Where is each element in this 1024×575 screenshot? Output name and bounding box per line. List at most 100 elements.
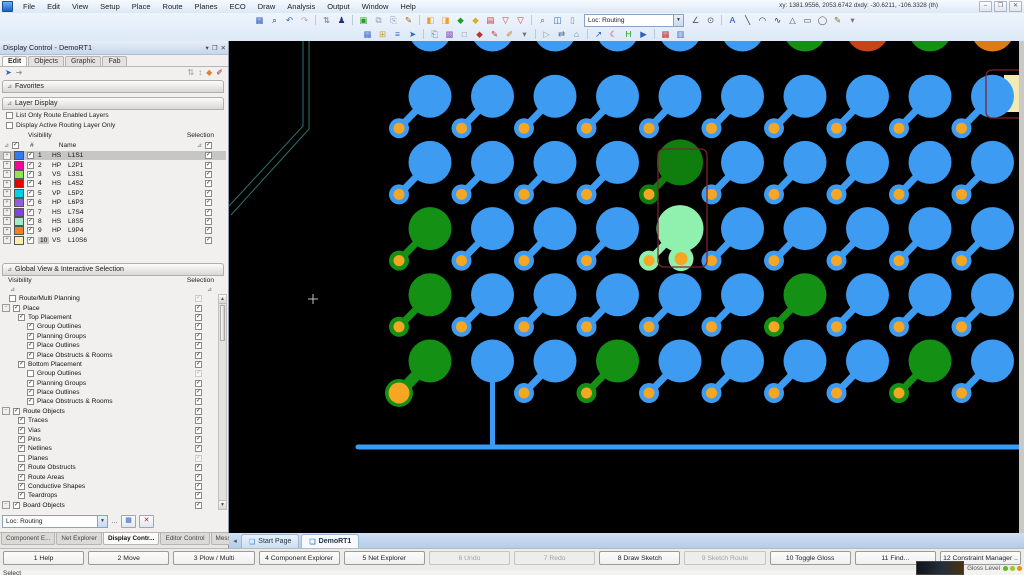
- pad[interactable]: [534, 41, 577, 52]
- import-icon[interactable]: ⊞: [376, 28, 389, 40]
- chevron-down-icon[interactable]: ▼: [673, 14, 683, 26]
- pad[interactable]: [783, 207, 827, 251]
- pad[interactable]: [533, 74, 577, 118]
- tree-row[interactable]: Route/Multi Planning ✓: [0, 294, 216, 303]
- pad[interactable]: [596, 140, 639, 184]
- pad[interactable]: [596, 273, 639, 317]
- layer-visibility-checkbox[interactable]: ✓: [27, 152, 34, 160]
- layer-selection-checkbox[interactable]: ✓: [205, 180, 212, 188]
- pad[interactable]: [721, 140, 764, 184]
- layer-color-swatch[interactable]: [14, 160, 24, 170]
- delete-scheme-button[interactable]: ✕: [139, 514, 154, 528]
- via-grid-icon[interactable]: ◆: [454, 14, 467, 26]
- layer-visibility-checkbox[interactable]: ✓: [27, 170, 34, 178]
- section-favorites[interactable]: ⊿ Favorites: [2, 80, 224, 93]
- tree-visibility-checkbox[interactable]: ✓: [13, 304, 20, 312]
- layer-row[interactable]: + ✓ 6 HP L6P3 ✓: [0, 198, 226, 208]
- pad[interactable]: [846, 74, 889, 118]
- tree-row[interactable]: ✓ Route Areas ✓: [0, 472, 216, 481]
- pad[interactable]: [596, 41, 639, 52]
- tab-objects[interactable]: Objects: [28, 56, 64, 66]
- checkbox[interactable]: [6, 122, 13, 129]
- pad[interactable]: [909, 41, 952, 52]
- pad[interactable]: [971, 339, 1014, 383]
- tree-visibility-checkbox[interactable]: [18, 454, 25, 462]
- menu-place[interactable]: Place: [126, 2, 157, 11]
- tab-edit[interactable]: Edit: [2, 56, 28, 66]
- pad[interactable]: [533, 339, 577, 383]
- pad[interactable]: [971, 273, 1014, 317]
- pad[interactable]: [409, 41, 452, 52]
- menu-output[interactable]: Output: [321, 2, 356, 11]
- layer-visibility-checkbox[interactable]: ✓: [27, 208, 34, 216]
- tree-row[interactable]: ✓ Top Placement ✓: [0, 313, 216, 322]
- pad[interactable]: [408, 339, 452, 383]
- pad[interactable]: [721, 273, 764, 317]
- layer-visibility-checkbox[interactable]: ✓: [27, 217, 34, 225]
- draw-icon[interactable]: ➤: [406, 28, 419, 40]
- canvas-scrollbar[interactable]: [1019, 41, 1024, 533]
- tree-row[interactable]: ✓ Netlines ✓: [0, 444, 216, 453]
- save-scheme-button[interactable]: ▦: [121, 514, 136, 528]
- tree-selection-checkbox[interactable]: ✓: [195, 379, 202, 387]
- red-diamond-icon[interactable]: ◆: [473, 28, 486, 40]
- pad[interactable]: [783, 140, 827, 184]
- delete-route-icon[interactable]: ▽: [514, 14, 527, 26]
- favorites-add-icon[interactable]: ◆: [206, 68, 212, 77]
- play-icon[interactable]: ▷: [540, 28, 553, 40]
- expand-icon[interactable]: ↗: [592, 28, 605, 40]
- layer-row[interactable]: + ✓ 2 HP L2P1 ✓: [0, 160, 226, 170]
- pcb-canvas[interactable]: [229, 41, 1024, 533]
- pad[interactable]: [971, 74, 1014, 118]
- layer-expand-icon[interactable]: +: [3, 179, 11, 188]
- undo-icon[interactable]: ↶: [283, 14, 296, 26]
- pad[interactable]: [908, 140, 952, 184]
- layer-expand-icon[interactable]: +: [3, 208, 11, 217]
- layer-selection-checkbox[interactable]: ✓: [205, 227, 212, 235]
- hatch-icon[interactable]: ▩: [443, 28, 456, 40]
- layer-visibility-checkbox[interactable]: ✓: [27, 180, 34, 188]
- tree-row[interactable]: ✓ Traces ✓: [0, 416, 216, 425]
- display-control-icon[interactable]: ▣: [357, 14, 370, 26]
- layer-selection-checkbox[interactable]: ✓: [205, 161, 212, 169]
- layer-row[interactable]: + ✓ 3 VS L3S1 ✓: [0, 169, 226, 179]
- pad[interactable]: [596, 339, 639, 383]
- pad[interactable]: [971, 207, 1014, 251]
- pad[interactable]: [846, 207, 889, 251]
- pad[interactable]: [846, 273, 889, 317]
- layer-selection-checkbox[interactable]: ✓: [205, 217, 212, 225]
- tree-visibility-checkbox[interactable]: ✓: [18, 483, 25, 490]
- fkey-3[interactable]: 3 Plow / Multi: [173, 551, 255, 565]
- tree-visibility-checkbox[interactable]: ✓: [18, 473, 25, 481]
- line-tool-icon[interactable]: ╲: [741, 14, 754, 26]
- home-icon[interactable]: ⌂: [570, 28, 583, 40]
- panel-tab-2[interactable]: Display Contr...: [102, 533, 160, 545]
- hug-icon[interactable]: H: [622, 28, 635, 40]
- tree-expand-icon[interactable]: −: [2, 304, 10, 313]
- tree-row[interactable]: ✓ Group Outlines ✓: [0, 322, 216, 331]
- fkey-2[interactable]: 2 Move: [88, 551, 170, 565]
- tab-fab[interactable]: Fab: [102, 56, 127, 66]
- pad[interactable]: [784, 41, 827, 52]
- tree-selection-checkbox[interactable]: ✓: [195, 501, 202, 509]
- tree-selection-checkbox[interactable]: ✓: [195, 436, 202, 444]
- pad[interactable]: [471, 207, 514, 251]
- tree-visibility-checkbox[interactable]: ✓: [13, 501, 20, 509]
- pad[interactable]: [658, 273, 702, 317]
- layer-color-swatch[interactable]: [14, 235, 24, 245]
- layer-color-swatch[interactable]: [14, 226, 24, 236]
- browse-button[interactable]: …: [111, 518, 118, 525]
- tree-row[interactable]: ✓ Vias ✓: [0, 425, 216, 434]
- board-view-icon[interactable]: ◫: [551, 14, 564, 26]
- pad[interactable]: [658, 339, 702, 383]
- next-arrow-icon[interactable]: ➜: [16, 68, 23, 77]
- tree-selection-checkbox[interactable]: ✓: [195, 483, 202, 490]
- tree-row[interactable]: ✓ Place Obstructs & Rooms ✓: [0, 350, 216, 359]
- pad[interactable]: [783, 74, 827, 118]
- actuals-icon[interactable]: ♟: [335, 14, 348, 26]
- fold-icon[interactable]: ⊿: [4, 142, 9, 149]
- section-layer-display[interactable]: ⊿ Layer Display: [2, 97, 224, 110]
- tree-expand-icon[interactable]: −: [2, 501, 10, 510]
- pad[interactable]: [408, 273, 452, 317]
- checkbox[interactable]: [6, 112, 13, 119]
